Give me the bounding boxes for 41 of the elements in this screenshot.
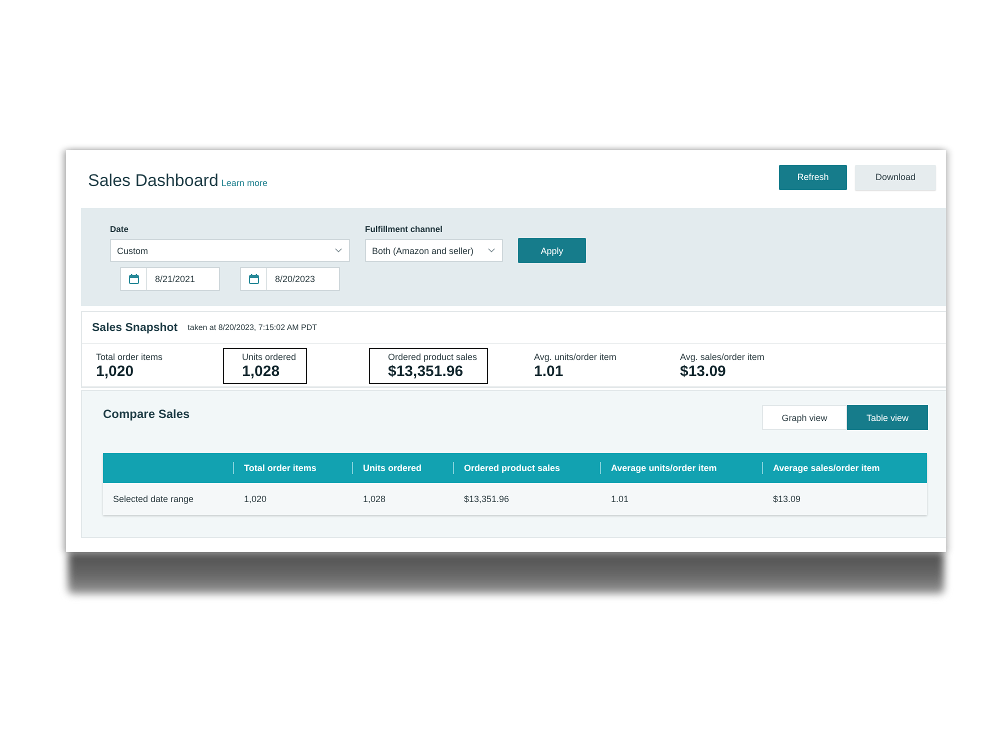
table-cell: 1.01 <box>611 494 629 504</box>
metric-value: 1,028 <box>242 362 281 380</box>
table-cell: 1,020 <box>244 494 267 504</box>
row-label: Selected date range <box>113 494 194 504</box>
learn-more-link[interactable]: Learn more <box>221 178 268 188</box>
metric-label: Ordered product sales <box>388 352 478 362</box>
calendar-icon <box>128 274 138 284</box>
metric-value: $13.09 <box>680 362 727 380</box>
metric-label: Units ordered <box>242 352 296 362</box>
column-header: Average units/order item <box>611 463 717 473</box>
page-title: Sales Dashboard <box>88 171 218 191</box>
refresh-button[interactable]: Refresh <box>779 164 847 190</box>
metric-value: $13,351.96 <box>388 362 464 380</box>
chevron-down-icon <box>488 248 495 253</box>
date-field[interactable]: 8/21/2021 <box>120 267 220 291</box>
field-label: Fulfillment channel <box>365 223 444 235</box>
view-toggle-tab[interactable]: Graph view <box>762 405 847 430</box>
date-range-select[interactable]: Custom <box>110 239 350 262</box>
column-header: Ordered product sales <box>464 463 560 473</box>
snapshot-timestamp: taken at 8/20/2023, 7:15:02 AM PDT <box>188 323 318 332</box>
column-header: Total order items <box>244 463 316 473</box>
apply-button[interactable]: Apply <box>518 238 586 263</box>
table-cell: $13.09 <box>773 494 801 504</box>
metric-label: Avg. sales/order item <box>680 352 764 362</box>
calendar-icon <box>248 274 258 284</box>
table-cell: $13,351.96 <box>464 494 510 504</box>
view-toggle-tab[interactable]: Table view <box>847 405 928 430</box>
fulfillment-channel-select[interactable]: Both (Amazon and seller) <box>365 239 503 262</box>
table-cell: 1,028 <box>363 494 386 504</box>
date-field[interactable]: 8/20/2023 <box>240 267 340 291</box>
column-header: Units ordered <box>363 463 422 473</box>
section-title: Compare Sales <box>103 407 190 421</box>
download-button[interactable]: Download <box>855 164 936 190</box>
section-title: Sales Snapshot <box>92 322 178 334</box>
metric-value: 1.01 <box>534 362 564 380</box>
metric-label: Total order items <box>96 352 163 362</box>
column-header: Average sales/order item <box>773 463 880 473</box>
field-label: Date <box>110 223 130 235</box>
metric-value: 1,020 <box>96 362 135 380</box>
chevron-down-icon <box>335 248 342 253</box>
metric-label: Avg. units/order item <box>534 352 616 362</box>
